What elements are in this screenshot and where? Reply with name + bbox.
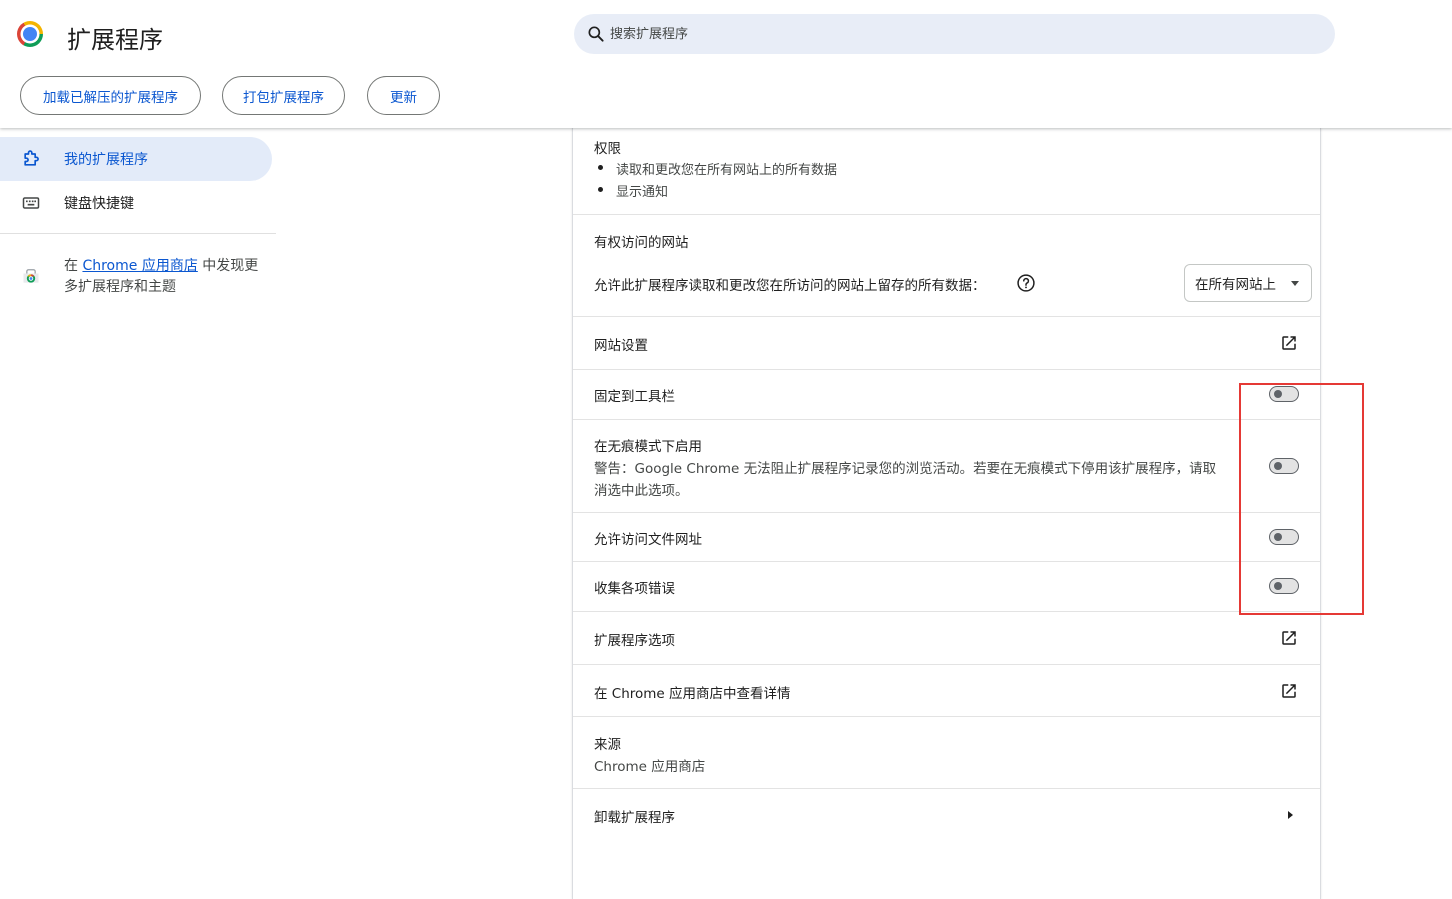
permissions-section: 权限 读取和更改您在所有网站上的所有数据 显示通知 (573, 128, 1320, 215)
search-bar[interactable] (574, 14, 1335, 54)
site-access-select[interactable]: 在所有网站上 (1184, 264, 1312, 302)
uninstall-row[interactable]: 卸载扩展程序 (573, 789, 1320, 842)
sidebar-item-label: 键盘快捷键 (64, 196, 134, 212)
chevron-down-icon (1291, 281, 1299, 286)
incognito-label: 在无痕模式下启用 (594, 439, 702, 455)
annotation-highlight-box (1239, 383, 1364, 615)
bullet (598, 165, 603, 170)
permission-item: 显示通知 (616, 185, 669, 200)
source-value: Chrome 应用商店 (594, 759, 706, 775)
uninstall-label: 卸载扩展程序 (594, 810, 675, 826)
open-in-new-icon[interactable] (1280, 682, 1298, 700)
site-access-selected-value: 在所有网站上 (1195, 277, 1276, 293)
site-access-description: 允许此扩展程序读取和更改您在所访问的网站上留存的所有数据： (594, 278, 986, 294)
update-button[interactable]: 更新 (367, 76, 440, 115)
permission-item: 读取和更改您在所有网站上的所有数据 (616, 163, 838, 178)
source-row: 来源 Chrome 应用商店 (573, 717, 1320, 789)
open-in-new-icon[interactable] (1280, 334, 1298, 352)
file-urls-row: 允许访问文件网址 (573, 513, 1320, 562)
header: 扩展程序 加载已解压的扩展程序 打包扩展程序 更新 (0, 0, 1452, 128)
view-in-store-row[interactable]: 在 Chrome 应用商店中查看详情 (573, 665, 1320, 717)
chevron-right-icon (1288, 811, 1293, 819)
site-settings-label: 网站设置 (594, 338, 648, 354)
site-settings-row[interactable]: 网站设置 (573, 317, 1320, 370)
help-icon[interactable] (1016, 273, 1036, 293)
keyboard-icon (22, 197, 40, 209)
bullet (598, 187, 603, 192)
promo-prefix: 在 (64, 258, 83, 274)
chrome-logo-icon (17, 21, 43, 47)
incognito-warning-line2: 消选中此选项。 (594, 483, 689, 499)
sidebar-item-label: 我的扩展程序 (64, 152, 148, 168)
extension-options-row[interactable]: 扩展程序选项 (573, 612, 1320, 665)
pin-to-toolbar-row: 固定到工具栏 (573, 370, 1320, 420)
pack-extension-button[interactable]: 打包扩展程序 (222, 76, 345, 115)
chrome-web-store-link[interactable]: Chrome 应用商店 (82, 258, 197, 274)
chrome-web-store-icon (23, 269, 39, 283)
source-title: 来源 (594, 737, 621, 753)
puzzle-icon (24, 150, 39, 166)
sidebar-item-my-extensions[interactable]: 我的扩展程序 (0, 137, 272, 181)
incognito-warning-line1: 警告：Google Chrome 无法阻止扩展程序记录您的浏览活动。若要在无痕模… (594, 461, 1217, 477)
open-in-new-icon[interactable] (1280, 629, 1298, 647)
file-urls-label: 允许访问文件网址 (594, 532, 702, 548)
site-access-title: 有权访问的网站 (594, 235, 689, 251)
page-title: 扩展程序 (67, 26, 163, 54)
incognito-row: 在无痕模式下启用 警告：Google Chrome 无法阻止扩展程序记录您的浏览… (573, 420, 1320, 513)
extension-details-card: 权限 读取和更改您在所有网站上的所有数据 显示通知 有权访问的网站 允许此扩展程… (572, 128, 1321, 899)
collect-errors-row: 收集各项错误 (573, 562, 1320, 612)
view-in-store-label: 在 Chrome 应用商店中查看详情 (594, 686, 791, 702)
site-access-section: 有权访问的网站 允许此扩展程序读取和更改您在所访问的网站上留存的所有数据： 在所… (573, 215, 1320, 317)
web-store-promo: 在 Chrome 应用商店 中发现更多扩展程序和主题 (64, 256, 264, 298)
load-unpacked-button[interactable]: 加载已解压的扩展程序 (20, 76, 201, 115)
extension-options-label: 扩展程序选项 (594, 633, 675, 649)
pin-to-toolbar-label: 固定到工具栏 (594, 389, 675, 405)
collect-errors-label: 收集各项错误 (594, 581, 675, 597)
search-icon (588, 26, 604, 42)
search-input[interactable] (610, 14, 1310, 54)
sidebar-item-keyboard-shortcuts[interactable]: 键盘快捷键 (0, 181, 272, 225)
sidebar-divider (0, 233, 276, 234)
permissions-title: 权限 (594, 141, 621, 157)
